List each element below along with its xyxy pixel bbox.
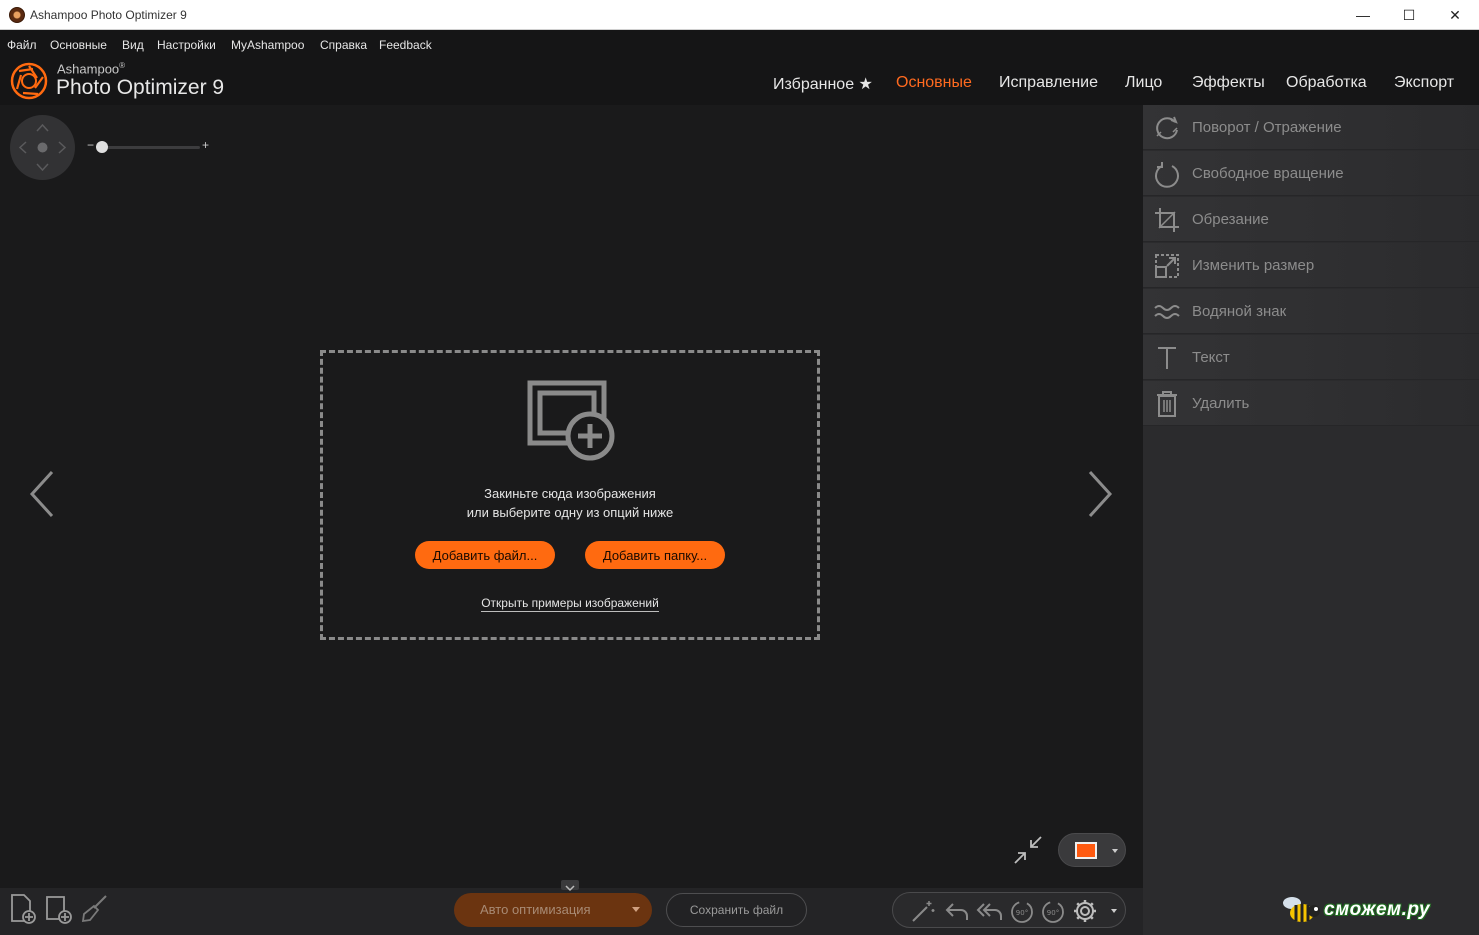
zoom-handle[interactable]: [96, 141, 108, 153]
maximize-button[interactable]: ☐: [1386, 0, 1432, 30]
menu-settings[interactable]: Настройки: [157, 38, 216, 52]
resize-icon: [1155, 254, 1179, 278]
pan-navigator[interactable]: [10, 115, 75, 180]
next-image-arrow-icon[interactable]: [1080, 466, 1120, 522]
zoom-out-icon[interactable]: −: [87, 138, 94, 152]
auto-optimize-button[interactable]: Авто оптимизация: [454, 893, 652, 927]
zoom-slider[interactable]: − +: [87, 138, 213, 156]
watermark-text: сможем.ру: [1324, 899, 1431, 920]
rotate-left-label: 90°: [1016, 909, 1028, 917]
bee-icon: [1283, 897, 1320, 922]
rotate-right-90-icon[interactable]: 90°: [1038, 898, 1068, 924]
tab-face[interactable]: Лицо: [1125, 74, 1162, 92]
title-bar: Ashampoo Photo Optimizer 9 — ☐ ✕: [0, 0, 1479, 30]
header: Ashampoo® Photo Optimizer 9 Избранное ★ …: [0, 58, 1479, 105]
text-icon: [1158, 347, 1176, 369]
free-rotate-icon: [1155, 162, 1179, 188]
tool-label: Свободное вращение: [1192, 165, 1344, 182]
menu-feedback[interactable]: Feedback: [379, 38, 432, 52]
add-file-button[interactable]: Добавить файл...: [415, 541, 555, 569]
rotate-right-label: 90°: [1047, 909, 1059, 917]
tool-watermark[interactable]: Водяной знак: [1143, 289, 1479, 334]
zoom-in-icon[interactable]: +: [202, 138, 209, 152]
menu-file[interactable]: Файл: [7, 38, 37, 52]
app-icon: [9, 7, 25, 23]
chevron-down-icon: [1112, 849, 1118, 853]
tool-crop[interactable]: Обрезание: [1143, 197, 1479, 242]
tool-text[interactable]: Текст: [1143, 335, 1479, 380]
save-file-button[interactable]: Сохранить файл: [666, 893, 807, 927]
tool-delete[interactable]: Удалить: [1143, 381, 1479, 426]
add-image-file-icon[interactable]: [44, 893, 74, 925]
edit-tools-group: 90° 90°: [892, 892, 1126, 928]
undo-all-icon[interactable]: [975, 899, 1005, 923]
drop-hint-line1: Закиньте сюда изображения: [484, 486, 656, 501]
chevron-down-icon[interactable]: [1111, 909, 1117, 913]
site-watermark: сможем.ру: [1278, 893, 1474, 929]
rotate-left-90-icon[interactable]: 90°: [1007, 898, 1037, 924]
tab-effects[interactable]: Эффекты: [1192, 74, 1265, 92]
open-samples-link-row: Открыть примеры изображений: [323, 594, 817, 612]
magic-wand-icon[interactable]: [909, 898, 937, 924]
tool-label: Обрезание: [1192, 211, 1269, 228]
gear-icon[interactable]: [1071, 897, 1099, 925]
brand-company: Ashampoo®: [57, 61, 126, 77]
add-file-icon[interactable]: [8, 893, 38, 925]
add-folder-button[interactable]: Добавить папку...: [585, 541, 725, 569]
tab-correction[interactable]: Исправление: [999, 74, 1098, 92]
brand-product: Photo Optimizer 9: [56, 76, 225, 99]
ashampoo-logo-icon: [10, 62, 48, 100]
tool-label: Поворот / Отражение: [1192, 119, 1342, 136]
menu-myashampoo[interactable]: MyAshampoo: [231, 38, 304, 52]
tab-processing[interactable]: Обработка: [1286, 74, 1367, 92]
open-samples-link[interactable]: Открыть примеры изображений: [481, 596, 659, 612]
crop-icon: [1155, 208, 1179, 232]
menu-basic[interactable]: Основные: [50, 38, 107, 52]
tab-export[interactable]: Экспорт: [1394, 74, 1454, 92]
menu-help[interactable]: Справка: [320, 38, 367, 52]
tool-label: Водяной знак: [1192, 303, 1287, 320]
tool-label: Удалить: [1192, 395, 1250, 412]
tool-free-rotate[interactable]: Свободное вращение: [1143, 151, 1479, 196]
chevron-down-icon: [565, 885, 575, 892]
close-button[interactable]: ✕: [1432, 0, 1478, 30]
previous-image-arrow-icon[interactable]: [22, 466, 62, 522]
menu-view[interactable]: Вид: [122, 38, 144, 52]
tool-label: Изменить размер: [1192, 257, 1315, 274]
tool-resize[interactable]: Изменить размер: [1143, 243, 1479, 288]
clear-brush-icon[interactable]: [80, 893, 110, 925]
tab-basic[interactable]: Основные: [896, 74, 972, 92]
tool-label: Текст: [1192, 349, 1230, 366]
watermark-icon: [1154, 305, 1180, 319]
collapse-filmstrip-button[interactable]: [561, 880, 579, 892]
chevron-down-icon[interactable]: [632, 907, 640, 912]
menu-bar: Файл Основные Вид Настройки MyAshampoo С…: [0, 30, 1479, 58]
single-view-icon: [1075, 842, 1097, 859]
tab-favorites[interactable]: Избранное ★: [773, 74, 873, 94]
drop-hint-line2: или выберите одну из опций ниже: [466, 505, 674, 520]
pan-arrows-icon: [18, 123, 67, 172]
minimize-button[interactable]: —: [1340, 0, 1386, 30]
drop-zone[interactable]: Закиньте сюда изображения или выберите о…: [320, 350, 820, 640]
window-title: Ashampoo Photo Optimizer 9: [30, 8, 187, 22]
auto-optimize-label: Авто оптимизация: [480, 902, 591, 917]
add-image-icon: [527, 380, 615, 461]
trash-icon: [1157, 391, 1177, 417]
view-mode-dropdown[interactable]: [1058, 833, 1126, 867]
undo-icon[interactable]: [943, 899, 971, 923]
tool-rotate-flip[interactable]: Поворот / Отражение: [1143, 105, 1479, 150]
zoom-track[interactable]: [96, 146, 200, 149]
fit-to-screen-icon[interactable]: [1012, 834, 1044, 866]
rotate-flip-icon: [1156, 116, 1178, 140]
